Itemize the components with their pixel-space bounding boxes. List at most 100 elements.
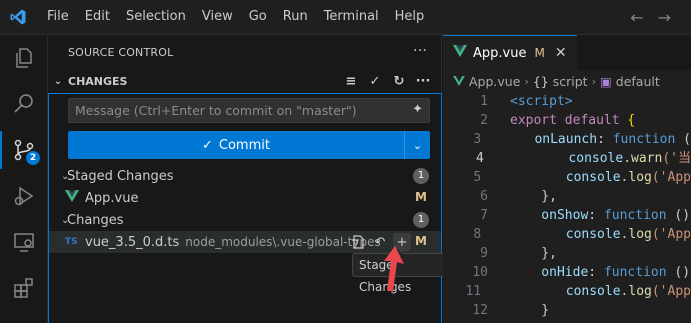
code-line[interactable]: 2 export default { <box>443 111 691 130</box>
code-line[interactable]: 6 }, <box>443 187 691 206</box>
code-text: }, <box>488 187 557 206</box>
sparkle-icon[interactable]: ✦ <box>412 103 423 117</box>
activity-bar: 2 <box>0 35 48 323</box>
symbol-icon: ▣ <box>599 73 612 89</box>
breadcrumb-script[interactable]: script <box>553 74 588 89</box>
open-file-icon[interactable] <box>349 233 367 251</box>
menu-help[interactable]: Help <box>387 5 433 29</box>
run-debug-icon[interactable] <box>0 173 48 219</box>
code-text: } <box>488 301 549 320</box>
code-line[interactable]: 1 <script> <box>443 92 691 111</box>
code-token: function <box>612 132 676 147</box>
code-token: function <box>603 265 667 280</box>
commit-message-input[interactable]: Message (Ctrl+Enter to commit on "master… <box>68 98 430 123</box>
changes-count-badge: 1 <box>413 212 429 228</box>
code-token: log <box>628 227 652 242</box>
line-number: 6 <box>480 189 488 204</box>
code-line[interactable]: 9 }, <box>443 244 691 263</box>
menu-terminal[interactable]: Terminal <box>316 5 387 29</box>
close-icon[interactable]: ✕ <box>555 45 567 61</box>
code-line[interactable]: 12 } <box>443 301 691 320</box>
code-text: <script> <box>488 92 573 111</box>
remote-explorer-icon[interactable] <box>0 219 48 265</box>
code-token: ( <box>675 132 691 147</box>
search-icon[interactable] <box>0 81 48 127</box>
explorer-icon[interactable] <box>0 35 48 81</box>
commit-button-group: ✓ Commit ⌄ <box>68 131 430 159</box>
more-icon[interactable]: ··· <box>414 72 432 90</box>
code-token: export default <box>510 113 628 128</box>
check-icon: ✓ <box>202 137 213 153</box>
staged-file-row[interactable]: App.vue M <box>49 187 441 209</box>
back-arrow-icon[interactable]: ← <box>630 8 643 27</box>
code-token: console <box>503 227 621 242</box>
menu-run[interactable]: Run <box>275 5 316 29</box>
vscode-logo-icon <box>0 0 35 35</box>
line-number: 8 <box>473 227 482 242</box>
code-line[interactable]: 8 console.log('App <box>443 225 691 244</box>
code-token: () <box>666 208 691 223</box>
menu-file[interactable]: File <box>39 5 77 29</box>
commit-check-icon[interactable]: ✓ <box>366 72 384 90</box>
line-number: 2 <box>480 113 488 128</box>
sidebar-title: SOURCE CONTROL <box>68 46 174 59</box>
code-token: log <box>628 284 652 299</box>
code-token: ('App <box>651 284 691 299</box>
line-number: 7 <box>480 208 488 223</box>
more-actions-icon[interactable]: ··· <box>413 43 427 59</box>
code-text: export default { <box>488 111 635 130</box>
code-token: onShow <box>510 208 589 223</box>
line-number: 4 <box>475 151 484 166</box>
changes-label: Changes <box>67 212 124 228</box>
tab-app-vue[interactable]: App.vue M ✕ <box>443 35 577 70</box>
code-token: : <box>597 132 613 147</box>
line-number: 12 <box>472 303 488 318</box>
line-number: 10 <box>472 265 488 280</box>
source-control-icon[interactable]: 2 <box>0 127 48 173</box>
commit-message-placeholder: Message (Ctrl+Enter to commit on "master… <box>75 103 357 118</box>
chevron-right-icon: › <box>524 74 529 88</box>
view-as-list-icon[interactable]: ≡ <box>342 72 360 90</box>
chevron-down-icon: ⌄ <box>61 214 70 226</box>
commit-dropdown-button[interactable]: ⌄ <box>404 131 430 159</box>
staged-changes-group[interactable]: ⌄ Staged Changes 1 <box>49 165 441 187</box>
code-token: : <box>588 208 604 223</box>
menu-view[interactable]: View <box>194 5 241 29</box>
menu-go[interactable]: Go <box>241 5 275 29</box>
refresh-icon[interactable]: ↻ <box>390 72 408 90</box>
menu-selection[interactable]: Selection <box>118 5 194 29</box>
editor-tabs: App.vue M ✕ <box>443 35 691 70</box>
chevron-right-icon: › <box>591 74 596 88</box>
code-text: onShow: function () <box>488 206 690 225</box>
breadcrumb-default[interactable]: default <box>616 74 660 89</box>
code-token: } <box>510 303 550 318</box>
code-line[interactable]: 7 onShow: function () <box>443 206 691 225</box>
changes-section-header[interactable]: ⌄ CHANGES ≡ ✓ ↻ ··· <box>48 70 442 92</box>
code-text: onHide: function () <box>488 263 690 282</box>
changed-file-status: M <box>415 234 427 248</box>
chevron-down-icon: ⌄ <box>412 138 423 152</box>
code-token: onHide <box>510 265 589 280</box>
code-line[interactable]: 11 console.log('App <box>443 282 691 301</box>
code-token: ('App <box>651 227 691 242</box>
code-line[interactable]: 5 console.log('App <box>443 168 691 187</box>
breadcrumb-file[interactable]: App.vue <box>469 74 520 89</box>
tab-label: App.vue <box>473 45 527 61</box>
menu-edit[interactable]: Edit <box>77 5 118 29</box>
staged-count-badge: 1 <box>413 168 429 184</box>
chevron-down-icon: ⌄ <box>53 75 63 87</box>
code-line[interactable]: 4 console.warn('当 <box>443 149 691 168</box>
code-text: console.log('App <box>481 225 691 244</box>
commit-button[interactable]: ✓ Commit <box>68 131 404 159</box>
code-text: console.log('App <box>481 282 691 301</box>
menu-bar: File Edit Selection View Go Run Terminal… <box>39 0 432 35</box>
code-view[interactable]: 1 <script> 2 export default {3 onLaunch: fu… <box>443 92 691 320</box>
extensions-icon[interactable] <box>0 265 48 311</box>
forward-arrow-icon[interactable]: → <box>658 8 671 27</box>
code-line[interactable]: 3 onLaunch: function ( <box>443 130 691 149</box>
code-token: : <box>588 265 604 280</box>
code-token: warn <box>631 151 663 166</box>
changes-group[interactable]: ⌄ Changes 1 <box>49 209 441 231</box>
braces-icon: {} <box>532 73 549 89</box>
code-line[interactable]: 10 onHide: function () <box>443 263 691 282</box>
